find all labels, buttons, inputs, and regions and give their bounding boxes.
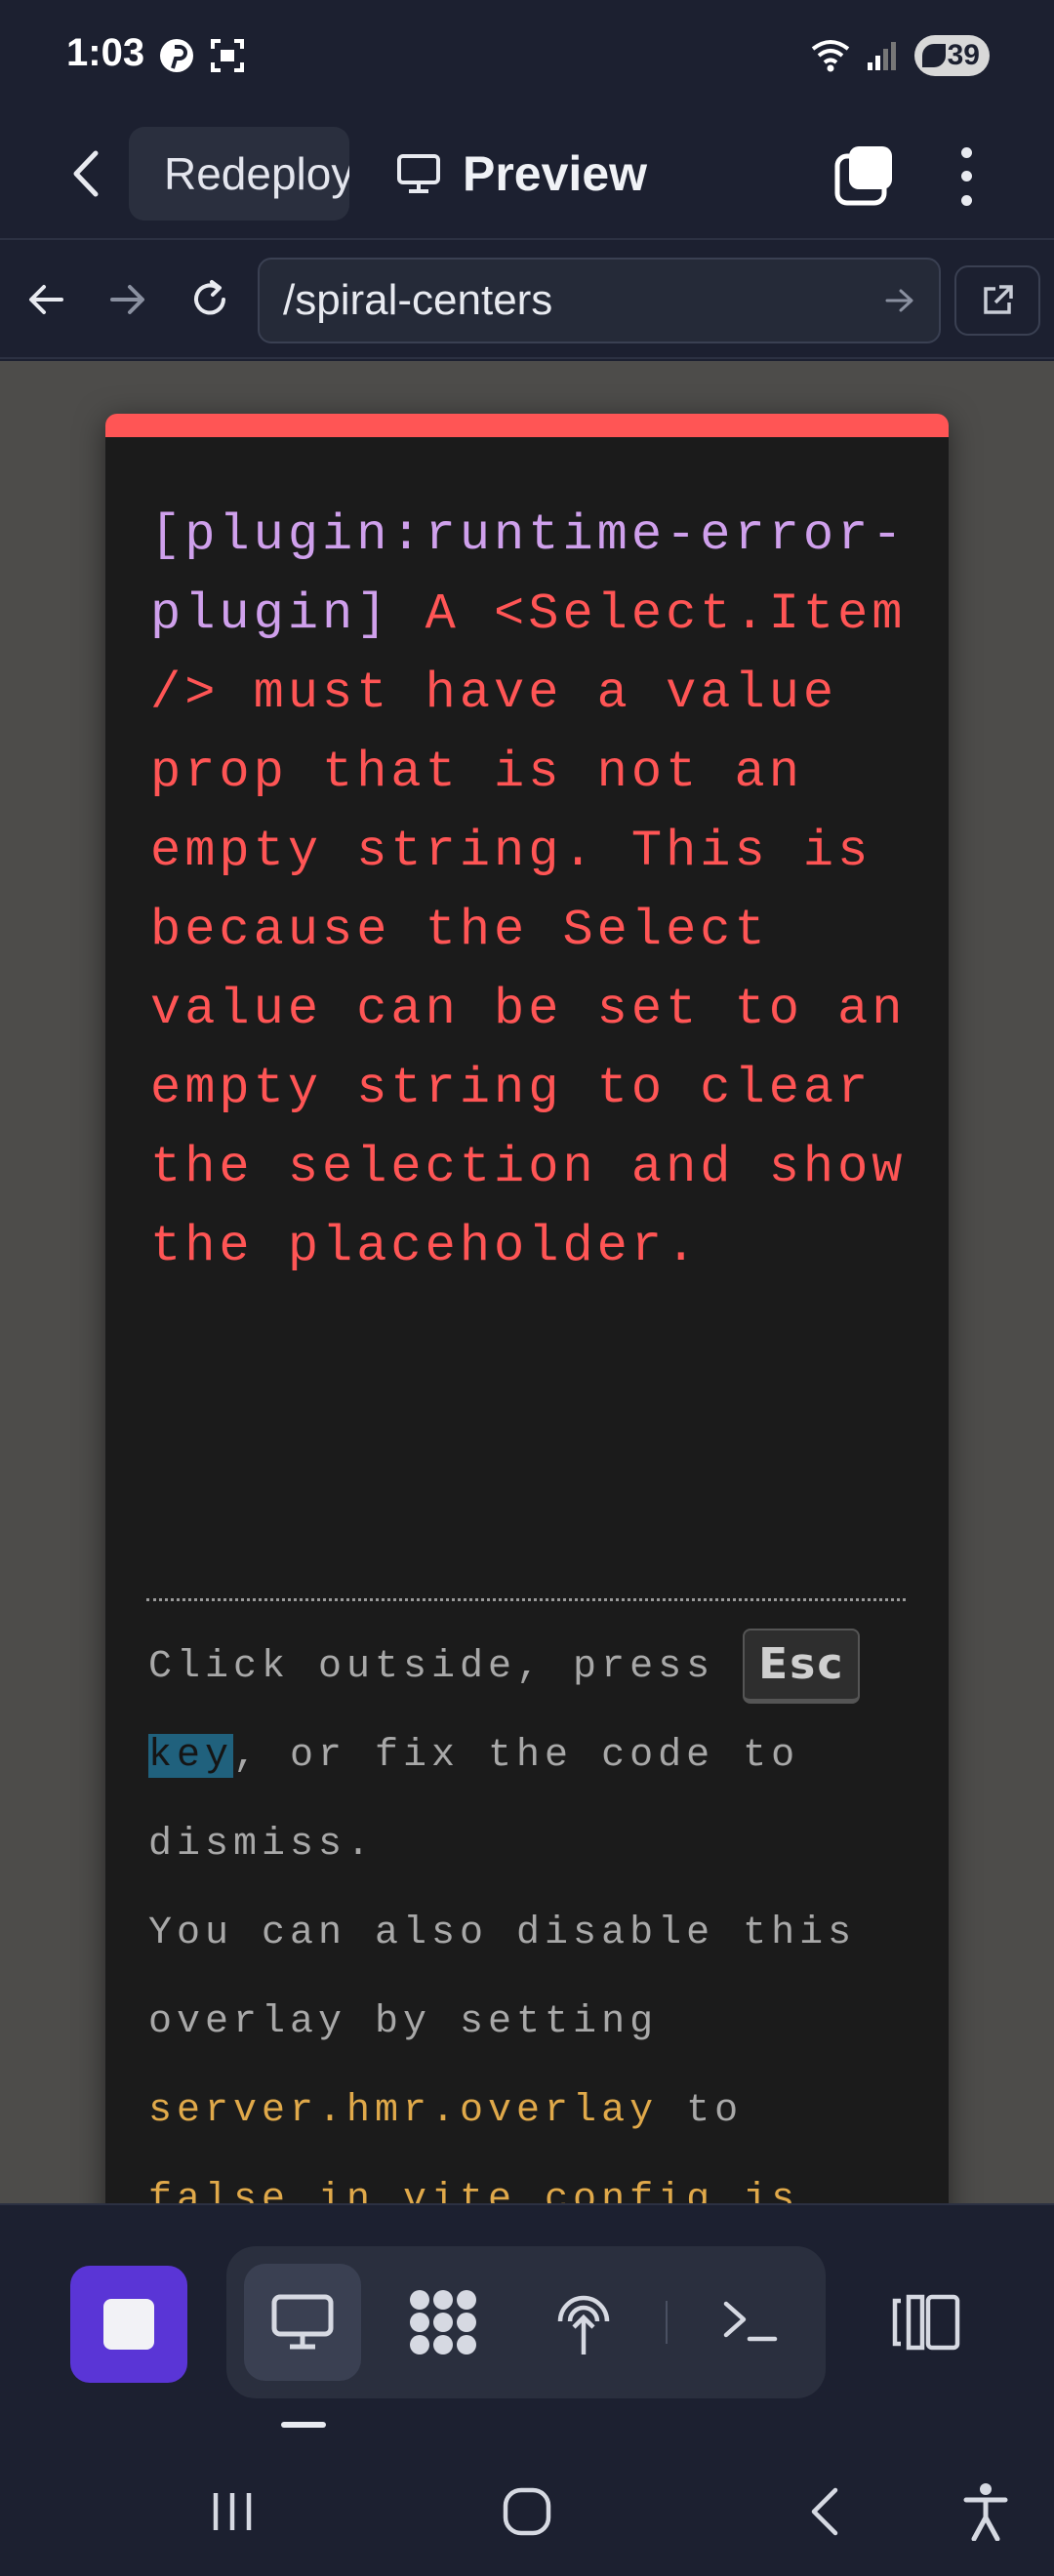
status-notification-icons (158, 37, 246, 74)
screenshot-icon (211, 39, 244, 72)
dismiss-tip: Click outside, press Esc key, or fix the … (148, 1623, 929, 1889)
active-tab-indicator (281, 2422, 326, 2428)
open-external-button[interactable] (954, 265, 1040, 336)
app-bar: Redeploy Preview (0, 115, 1054, 240)
tool-group (226, 2246, 826, 2398)
shell-tool[interactable] (691, 2264, 808, 2381)
more-options-button[interactable] (937, 141, 995, 213)
config-file: false in vite.config.js (148, 2178, 800, 2203)
wifi-icon (811, 40, 849, 72)
signal-icon (867, 42, 896, 70)
home-button[interactable] (488, 2473, 566, 2551)
recents-button[interactable] (193, 2473, 271, 2551)
stop-button[interactable] (70, 2266, 187, 2383)
tool-separator (666, 2301, 668, 2344)
webview-tool[interactable] (244, 2264, 361, 2381)
bottom-toolbar (0, 2203, 1054, 2437)
overlay-disable-tip: You can also disable this overlay by set… (148, 1889, 929, 2203)
tip-text: You can also disable this overlay by set… (148, 1912, 857, 2044)
key-highlight: key (148, 1734, 234, 1778)
home-icon (503, 2487, 551, 2536)
repl-chip[interactable]: Redeploy (129, 127, 349, 221)
webview-icon (271, 2294, 334, 2350)
tip-text: Click outside, press (148, 1645, 744, 1689)
back-icon (811, 2487, 838, 2536)
url-input[interactable]: /spiral-centers (258, 258, 941, 343)
stop-icon (103, 2299, 154, 2350)
battery-icon: 39 (913, 35, 990, 76)
vite-error-overlay[interactable]: [plugin:runtime-error-plugin] A <Select.… (105, 414, 949, 2203)
split-view-icon (892, 2294, 960, 2351)
tip-text: , or fix the code to dismiss. (148, 1734, 800, 1867)
back-button[interactable] (57, 144, 115, 203)
preview-tab[interactable]: Preview (396, 137, 647, 211)
nav-back-button[interactable] (12, 265, 80, 334)
repl-name: Redeploy (164, 148, 349, 199)
error-text: A <Select.Item /> must have a value prop… (150, 585, 941, 1275)
tabs-icon (834, 146, 892, 206)
tabs-button[interactable] (830, 142, 898, 211)
split-view-tool[interactable] (867, 2264, 984, 2381)
deploy-icon (557, 2295, 610, 2355)
config-key: server.hmr.overlay (148, 2089, 659, 2133)
status-bar: 1:03 39 (0, 0, 1054, 115)
workspace-tool[interactable] (385, 2264, 502, 2381)
reload-icon (194, 280, 225, 315)
battery-level: 39 (947, 39, 980, 71)
divider (146, 1598, 906, 1601)
more-vertical-icon (960, 146, 972, 158)
system-back-button[interactable] (785, 2473, 863, 2551)
accessibility-button[interactable] (947, 2473, 1025, 2551)
esc-key-badge: Esc (743, 1628, 861, 1704)
preview-webview[interactable]: [plugin:runtime-error-plugin] A <Select.… (0, 361, 1054, 2203)
go-arrow-icon[interactable] (884, 287, 915, 314)
monitor-icon (397, 154, 440, 193)
nav-back-icon (29, 285, 63, 314)
status-time: 1:03 (66, 31, 145, 74)
accessibility-icon (963, 2483, 1008, 2541)
pinterest-icon (160, 39, 193, 72)
recents-icon (213, 2493, 252, 2530)
nav-forward-button[interactable] (94, 265, 162, 334)
shell-icon (723, 2301, 778, 2342)
workspace-icon (410, 2290, 476, 2355)
tip-text: to (658, 2089, 744, 2133)
deploy-tool[interactable] (525, 2264, 642, 2381)
url-bar: /spiral-centers (0, 242, 1054, 359)
error-message: [plugin:runtime-error-plugin] A <Select.… (150, 496, 921, 1286)
preview-label: Preview (463, 146, 648, 201)
nav-forward-icon (110, 285, 144, 314)
system-navigation-bar (0, 2437, 1054, 2576)
open-external-icon (984, 285, 1013, 314)
reload-button[interactable] (176, 265, 244, 334)
back-arrow-icon (73, 150, 99, 197)
url-text: /spiral-centers (283, 276, 553, 324)
